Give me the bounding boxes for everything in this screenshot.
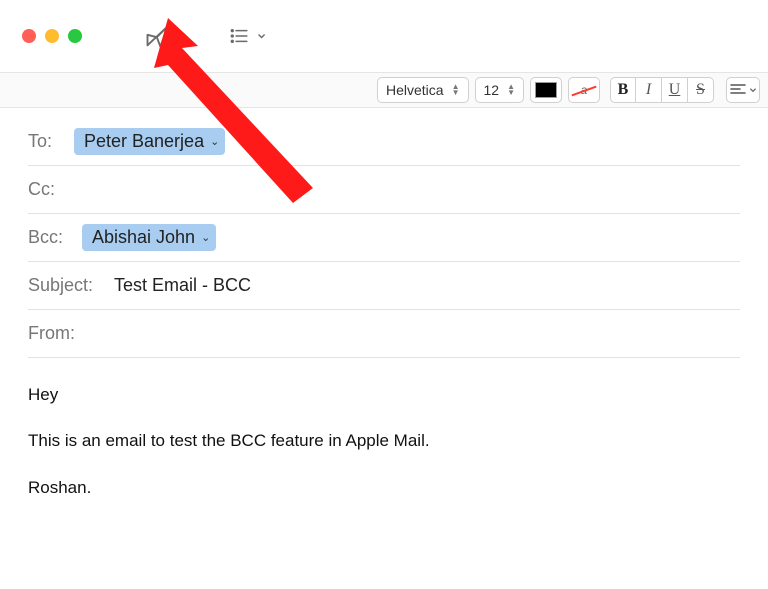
recipient-name: Abishai John bbox=[92, 227, 195, 248]
chevron-down-icon: ⌄ bbox=[210, 135, 219, 148]
bold-button[interactable]: B bbox=[610, 77, 636, 103]
text-style-group: B I U S bbox=[610, 77, 714, 103]
message-headers: To: Peter Banerjea ⌄ Cc: Bcc: Abishai Jo… bbox=[0, 108, 768, 358]
strikethrough-button[interactable]: S bbox=[688, 77, 714, 103]
chevron-down-icon bbox=[257, 30, 266, 42]
font-family-value: Helvetica bbox=[386, 82, 444, 98]
from-label: From: bbox=[28, 323, 82, 344]
send-icon bbox=[144, 22, 172, 50]
format-toolbar: Helvetica ▲▼ 12 ▲▼ a B I U S bbox=[0, 72, 768, 108]
to-label: To: bbox=[28, 131, 62, 152]
cc-row[interactable]: Cc: bbox=[28, 166, 740, 214]
body-line: This is an email to test the BCC feature… bbox=[28, 428, 740, 454]
font-size-select[interactable]: 12 ▲▼ bbox=[475, 77, 525, 103]
bcc-row[interactable]: Bcc: Abishai John ⌄ bbox=[28, 214, 740, 262]
stepper-icon: ▲▼ bbox=[507, 84, 515, 96]
text-align-button[interactable] bbox=[726, 77, 760, 103]
chevron-down-icon: ⌄ bbox=[201, 231, 210, 244]
text-color-picker[interactable] bbox=[530, 77, 562, 103]
recipient-chip-to[interactable]: Peter Banerjea ⌄ bbox=[74, 128, 225, 155]
underline-button[interactable]: U bbox=[662, 77, 688, 103]
no-background-icon: a bbox=[573, 82, 595, 98]
list-format-button[interactable] bbox=[230, 18, 266, 54]
recipient-chip-bcc[interactable]: Abishai John ⌄ bbox=[82, 224, 216, 251]
minimize-window-button[interactable] bbox=[45, 29, 59, 43]
chevron-down-icon bbox=[749, 86, 757, 94]
subject-row[interactable]: Subject: Test Email - BCC bbox=[28, 262, 740, 310]
italic-button[interactable]: I bbox=[636, 77, 662, 103]
font-size-value: 12 bbox=[484, 82, 500, 98]
send-button[interactable] bbox=[140, 18, 176, 54]
list-icon bbox=[230, 25, 253, 47]
align-left-icon bbox=[730, 84, 746, 96]
text-color-swatch bbox=[535, 82, 557, 98]
subject-label: Subject: bbox=[28, 275, 102, 296]
subject-value: Test Email - BCC bbox=[114, 275, 251, 296]
body-line: Hey bbox=[28, 382, 740, 408]
message-body[interactable]: Hey This is an email to test the BCC fea… bbox=[0, 358, 768, 545]
body-line: Roshan. bbox=[28, 475, 740, 501]
bcc-label: Bcc: bbox=[28, 227, 70, 248]
cc-label: Cc: bbox=[28, 179, 62, 200]
window-titlebar bbox=[0, 0, 768, 72]
font-family-select[interactable]: Helvetica ▲▼ bbox=[377, 77, 469, 103]
window-controls bbox=[22, 29, 82, 43]
close-window-button[interactable] bbox=[22, 29, 36, 43]
stepper-icon: ▲▼ bbox=[452, 84, 460, 96]
recipient-name: Peter Banerjea bbox=[84, 131, 204, 152]
background-color-picker[interactable]: a bbox=[568, 77, 600, 103]
from-row[interactable]: From: bbox=[28, 310, 740, 358]
zoom-window-button[interactable] bbox=[68, 29, 82, 43]
to-row[interactable]: To: Peter Banerjea ⌄ bbox=[28, 118, 740, 166]
